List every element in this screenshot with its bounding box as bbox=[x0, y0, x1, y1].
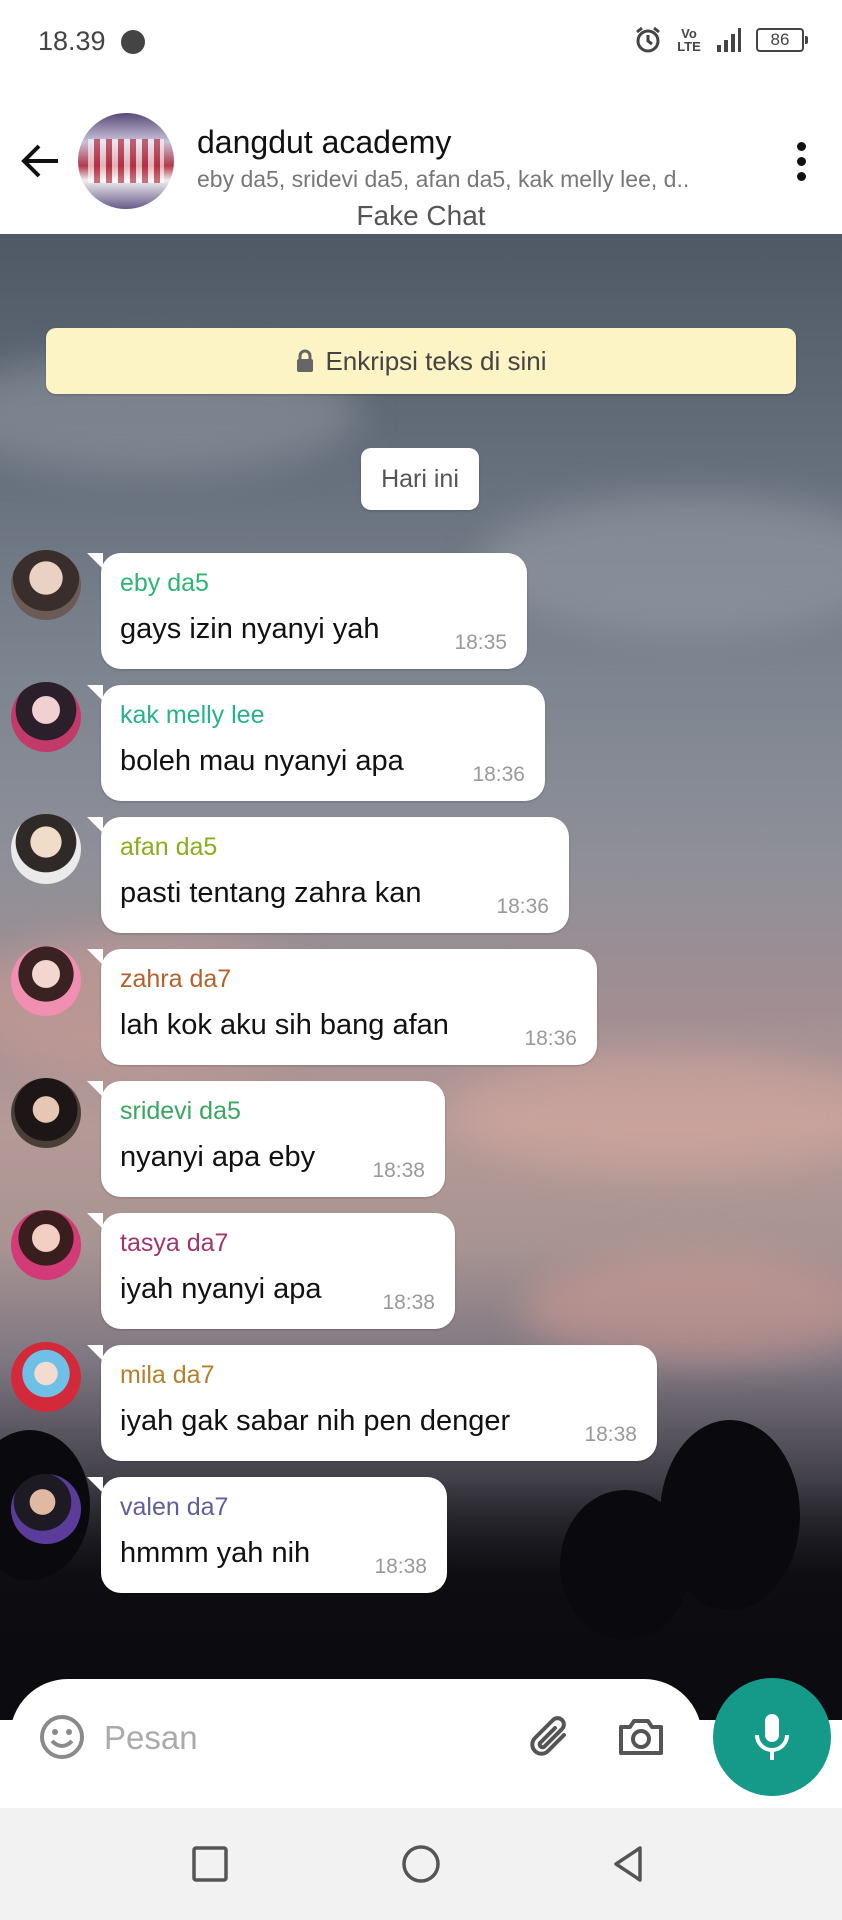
circle-icon bbox=[402, 1845, 440, 1883]
message-text: gays izin nyanyi yah bbox=[120, 613, 380, 645]
emoji-icon bbox=[40, 1715, 84, 1759]
chat-header: dangdut academy eby da5, sridevi da5, af… bbox=[0, 90, 842, 234]
sender-name: zahra da7 bbox=[120, 965, 232, 993]
emoji-button[interactable] bbox=[38, 1713, 86, 1766]
sender-avatar[interactable] bbox=[11, 1078, 81, 1148]
message-row[interactable]: sridevi da5 nyanyi apa eby 18:38 bbox=[0, 1078, 842, 1208]
message-time: 18:38 bbox=[374, 1555, 427, 1578]
message-bubble[interactable]: mila da7 iyah gak sabar nih pen denger 1… bbox=[87, 1345, 657, 1461]
volte-indicator: Vo LTE bbox=[677, 26, 701, 54]
camera-icon bbox=[619, 1719, 663, 1755]
sender-avatar[interactable] bbox=[11, 550, 81, 620]
microphone-icon bbox=[755, 1714, 789, 1760]
arrow-left-icon bbox=[21, 144, 58, 178]
message-bubble[interactable]: eby da5 gays izin nyanyi yah 18:35 bbox=[87, 553, 527, 669]
more-options-button[interactable] bbox=[784, 136, 818, 186]
message-row[interactable]: kak melly lee boleh mau nyanyi apa 18:36 bbox=[0, 682, 842, 812]
sender-avatar[interactable] bbox=[11, 814, 81, 884]
message-row[interactable]: tasya da7 iyah nyanyi apa 18:38 bbox=[0, 1210, 842, 1340]
message-text: pasti tentang zahra kan bbox=[120, 877, 422, 909]
date-chip: Hari ini bbox=[361, 448, 479, 510]
back-button[interactable] bbox=[16, 136, 66, 186]
message-row[interactable]: mila da7 iyah gak sabar nih pen denger 1… bbox=[0, 1342, 842, 1472]
message-text: iyah gak sabar nih pen denger bbox=[120, 1405, 511, 1437]
message-row[interactable]: afan da5 pasti tentang zahra kan 18:36 bbox=[0, 814, 842, 944]
lock-icon bbox=[297, 349, 314, 372]
message-time: 18:38 bbox=[372, 1159, 425, 1182]
encryption-text: Enkripsi teks di sini bbox=[325, 345, 547, 376]
sender-avatar[interactable] bbox=[11, 946, 81, 1016]
more-vert-icon bbox=[797, 142, 806, 151]
sender-name: tasya da7 bbox=[120, 1229, 229, 1257]
message-bubble[interactable]: valen da7 hmmm yah nih 18:38 bbox=[87, 1477, 447, 1593]
message-time: 18:36 bbox=[496, 895, 549, 918]
message-time: 18:38 bbox=[382, 1291, 435, 1314]
message-row[interactable]: valen da7 hmmm yah nih 18:38 bbox=[0, 1474, 842, 1604]
message-text: iyah nyanyi apa bbox=[120, 1273, 322, 1305]
group-avatar[interactable] bbox=[78, 113, 174, 209]
sender-name: sridevi da5 bbox=[120, 1097, 241, 1125]
sender-name: eby da5 bbox=[120, 569, 209, 597]
group-members[interactable]: eby da5, sridevi da5, afan da5, kak mell… bbox=[197, 166, 727, 193]
message-bubble[interactable]: sridevi da5 nyanyi apa eby 18:38 bbox=[87, 1081, 445, 1197]
signal-icon bbox=[717, 28, 741, 52]
voice-record-button[interactable] bbox=[713, 1678, 831, 1796]
message-text: hmmm yah nih bbox=[120, 1537, 311, 1569]
triangle-back-icon bbox=[614, 1846, 642, 1882]
message-text: lah kok aku sih bang afan bbox=[120, 1009, 449, 1041]
notification-icon bbox=[121, 30, 145, 54]
message-input[interactable] bbox=[102, 1709, 506, 1767]
message-text: boleh mau nyanyi apa bbox=[120, 745, 404, 777]
sender-name: afan da5 bbox=[120, 833, 218, 861]
sender-name: mila da7 bbox=[120, 1361, 215, 1389]
sender-avatar[interactable] bbox=[11, 1210, 81, 1280]
group-title[interactable]: dangdut academy bbox=[197, 124, 451, 161]
paperclip-icon bbox=[530, 1716, 566, 1756]
message-time: 18:36 bbox=[524, 1027, 577, 1050]
sender-avatar[interactable] bbox=[11, 1342, 81, 1412]
sender-avatar[interactable] bbox=[11, 682, 81, 752]
message-bubble[interactable]: tasya da7 iyah nyanyi apa 18:38 bbox=[87, 1213, 455, 1329]
home-button[interactable] bbox=[399, 1842, 443, 1886]
message-time: 18:35 bbox=[454, 631, 507, 654]
alarm-icon bbox=[636, 26, 660, 53]
encryption-banner[interactable]: Enkripsi teks di sini bbox=[46, 328, 796, 394]
battery-indicator: 86 bbox=[756, 28, 808, 52]
status-time: 18.39 bbox=[38, 26, 106, 56]
message-bubble[interactable]: afan da5 pasti tentang zahra kan 18:36 bbox=[87, 817, 569, 933]
message-time: 18:36 bbox=[472, 763, 525, 786]
fake-chat-label: Fake Chat bbox=[356, 200, 486, 231]
camera-button[interactable] bbox=[616, 1713, 666, 1766]
recent-apps-button[interactable] bbox=[188, 1842, 232, 1886]
sender-name: kak melly lee bbox=[120, 701, 265, 729]
message-row[interactable]: eby da5 gays izin nyanyi yah 18:35 bbox=[0, 550, 842, 680]
message-bubble[interactable]: kak melly lee boleh mau nyanyi apa 18:36 bbox=[87, 685, 545, 801]
message-bubble[interactable]: zahra da7 lah kok aku sih bang afan 18:3… bbox=[87, 949, 597, 1065]
status-bar: 18.39 Vo LTE 86 bbox=[0, 0, 842, 90]
back-nav-button[interactable] bbox=[606, 1842, 650, 1886]
message-text: nyanyi apa eby bbox=[120, 1141, 316, 1173]
sender-name: valen da7 bbox=[120, 1493, 229, 1521]
message-time: 18:38 bbox=[584, 1423, 637, 1446]
message-row[interactable]: zahra da7 lah kok aku sih bang afan 18:3… bbox=[0, 946, 842, 1076]
square-icon bbox=[192, 1846, 228, 1882]
system-nav-bar bbox=[0, 1808, 842, 1920]
attach-button[interactable] bbox=[526, 1713, 574, 1766]
status-icons: Vo LTE 86 bbox=[634, 26, 808, 54]
message-composer bbox=[10, 1679, 702, 1795]
sender-avatar[interactable] bbox=[11, 1474, 81, 1544]
